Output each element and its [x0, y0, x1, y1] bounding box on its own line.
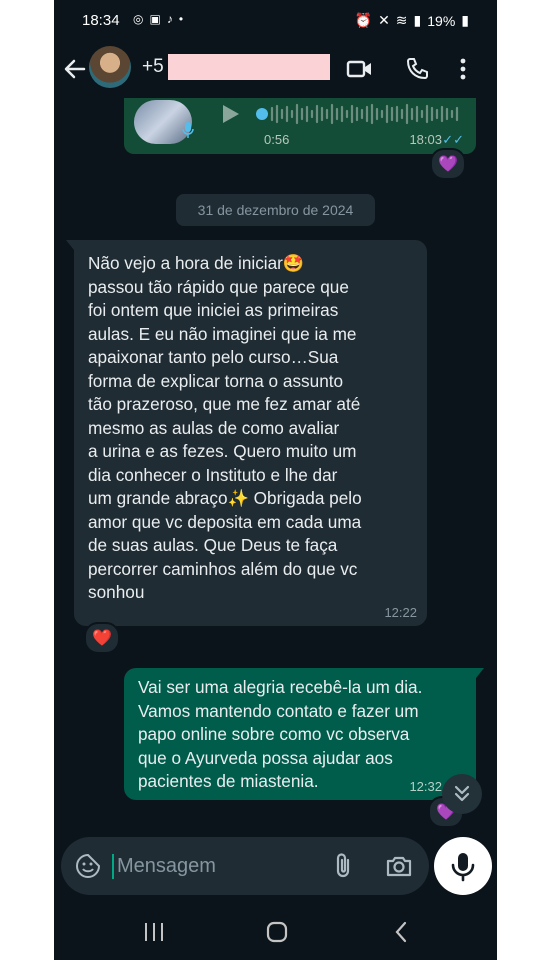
alarm-icon: ⏰	[354, 12, 373, 28]
signal-icon: ▮	[413, 12, 422, 28]
wifi-icon: ≋	[395, 12, 408, 28]
chat-header: +5	[54, 42, 497, 98]
text-cursor	[112, 854, 114, 879]
contact-avatar[interactable]	[89, 46, 131, 88]
incoming-message-text: Não vejo a hora de iniciar🤩 passou tão r…	[88, 253, 362, 602]
contact-name[interactable]: +5	[142, 56, 164, 78]
message-composer[interactable]: Mensagem	[61, 837, 429, 895]
message-input-placeholder[interactable]: Mensagem	[117, 855, 216, 878]
play-icon[interactable]	[220, 104, 240, 124]
scroll-to-bottom-button[interactable]	[442, 774, 482, 814]
home-icon[interactable]	[263, 920, 291, 944]
incoming-message-time: 12:22	[384, 605, 417, 620]
outgoing-message-text: Vai ser uma alegria recebê-la um dia. Va…	[138, 677, 423, 791]
chat-area[interactable]: 0:56 18:03 ✓✓ 💜 31 de dezembro de 2024 N…	[54, 98, 497, 832]
voice-call-icon[interactable]	[404, 56, 432, 82]
voice-reaction[interactable]: 💜	[430, 148, 466, 180]
chrome-icon: ◎	[133, 12, 144, 26]
system-icons: ⏰ ✕ ≋ ▮ 19% ▮	[355, 12, 469, 29]
double-chevron-down-icon	[454, 785, 470, 802]
attach-icon[interactable]	[331, 852, 357, 880]
gallery-icon: ▣	[149, 12, 161, 26]
battery-icon: ▮	[461, 12, 469, 28]
voice-message-bubble[interactable]: 0:56 18:03 ✓✓	[124, 98, 476, 154]
tiktok-icon: ♪	[166, 12, 173, 26]
status-bar: 18:34 ◎ ▣ ♪ • ⏰ ✕ ≋ ▮ 19% ▮	[54, 0, 497, 42]
mute-icon: ✕	[378, 12, 390, 28]
back-icon[interactable]	[387, 920, 415, 944]
incoming-message-bubble[interactable]: Não vejo a hora de iniciar🤩 passou tão r…	[66, 240, 427, 626]
audio-waveform[interactable]	[256, 102, 466, 126]
incoming-reaction[interactable]: ❤️	[84, 622, 120, 654]
android-nav-bar	[54, 902, 497, 960]
date-separator: 31 de dezembro de 2024	[176, 194, 375, 226]
microphone-icon	[451, 853, 475, 882]
notification-icons: ◎ ▣ ♪ •	[133, 12, 183, 26]
sticker-emoji-icon[interactable]	[75, 853, 101, 879]
mic-icon	[182, 122, 194, 138]
voice-timestamp: 18:03	[409, 132, 442, 147]
more-options-icon[interactable]	[456, 56, 470, 82]
status-time: 18:34	[82, 12, 120, 29]
battery-level: 19%	[427, 12, 456, 29]
video-call-icon[interactable]	[346, 56, 374, 82]
outgoing-message-time: 12:32	[409, 779, 442, 794]
redacted-phone-number	[168, 54, 330, 80]
outgoing-message-bubble[interactable]: Vai ser uma alegria recebê-la um dia. Va…	[124, 668, 484, 800]
voice-duration: 0:56	[264, 132, 290, 147]
more-notifications-icon: •	[178, 12, 184, 26]
back-arrow-icon[interactable]	[62, 56, 88, 82]
camera-icon[interactable]	[385, 853, 413, 879]
recent-apps-icon[interactable]	[140, 920, 168, 944]
phone-screen: 18:34 ◎ ▣ ♪ • ⏰ ✕ ≋ ▮ 19% ▮ +5 0:56 18:0…	[54, 0, 497, 960]
voice-record-button[interactable]	[434, 837, 492, 895]
read-ticks-icon: ✓✓	[442, 132, 464, 147]
